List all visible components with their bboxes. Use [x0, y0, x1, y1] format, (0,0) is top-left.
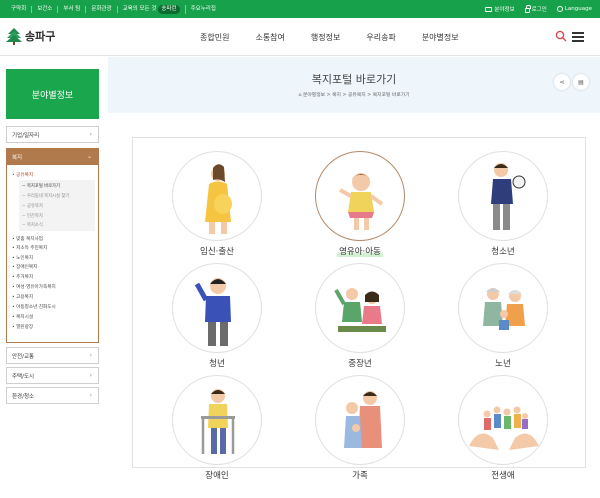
middle-aged-icon — [334, 288, 386, 332]
sidebar-sub-disabled[interactable]: • 장애인복지 — [12, 264, 37, 270]
sitemap-icon — [485, 6, 493, 12]
login-link[interactable]: 로그인 — [524, 4, 547, 13]
elderly-icon — [483, 288, 525, 330]
life-cycle-item-teen[interactable]: 청소년 — [448, 151, 558, 257]
sidebar-sub-child-friendly[interactable]: • 아동청소년 친화도시 — [12, 304, 56, 310]
printer-icon: ▤ — [578, 78, 584, 86]
breadcrumb: ⌂ 분야별정보 > 복지 > 공유복지 > 복지포털 바로가기 — [108, 91, 600, 98]
sidebar-sub3-list: − 복지포털 바로가기 − 우리동네 복지시설 찾기 − 공유복지 − 민간복지… — [19, 180, 95, 231]
share-button[interactable]: ⋖ — [554, 74, 570, 90]
songpa-run-badge: 송파런 — [158, 4, 180, 14]
life-cycle-label: 임신·출산 — [200, 247, 234, 257]
gnb-item-participation[interactable]: 소통참여 — [255, 32, 284, 43]
sidebar-item-safety[interactable]: 안전/교통 › — [6, 347, 99, 364]
life-cycle-item-youth[interactable]: 청년 — [162, 263, 272, 369]
home-icon[interactable]: ⌂ — [298, 93, 301, 98]
chevron-right-icon: › — [89, 131, 92, 138]
sidebar-sub-custom[interactable]: • 맞춤 복지사업 — [12, 236, 43, 242]
topbar-link-4[interactable]: 문화관광 — [86, 5, 118, 13]
sidebar-item-welfare[interactable]: 복지 ⌄ — [7, 149, 98, 165]
gnb-item-admin[interactable]: 행정정보 — [311, 32, 340, 43]
life-cycle-label: 전생애 — [491, 471, 515, 481]
gnb-item-songpa[interactable]: 우리송파 — [366, 32, 395, 43]
sidebar-sub-facilities[interactable]: • 복지시설 — [12, 314, 33, 320]
site-logo[interactable]: 송파구 — [6, 27, 55, 45]
sidebar-sub-open-square[interactable]: • 열린광장 — [12, 324, 33, 330]
sidebar-item-business[interactable]: 기업/일자리 › — [6, 126, 99, 143]
topbar-link-2[interactable]: 보건소 — [32, 5, 59, 13]
sidebar-sub3-private[interactable]: − 민간복지 — [22, 213, 43, 219]
topbar-link-5[interactable]: 교육의 모든 것 송파런 — [118, 4, 186, 14]
life-cycle-item-child[interactable]: 영유아·아동 — [305, 151, 415, 257]
page-banner: 복지포털 바로가기 ⌂ 분야별정보 > 복지 > 공유복지 > 복지포털 바로가… — [108, 57, 600, 113]
gnb-item-civil[interactable]: 종합민원 — [200, 32, 229, 43]
language-link[interactable]: Language — [556, 6, 592, 12]
sidebar-sub-low-income[interactable]: • 저소득 주민복지 — [12, 245, 47, 251]
sidebar-sub3-news[interactable]: − 복지소식 — [22, 222, 43, 228]
life-cycle-label: 가족 — [352, 471, 368, 481]
top-utility-bar: 구약회 보건소 부서 팀 문화관광 교육의 모든 것 송파런 주요누리집 분야정보… — [0, 0, 600, 18]
life-cycle-label-active: 영유아·아동 — [337, 247, 383, 257]
life-cycle-item-family[interactable]: 가족 — [305, 375, 415, 481]
life-cycle-item-disabled[interactable]: 장애인 — [162, 375, 272, 481]
sitemap-link[interactable]: 분야정보 — [485, 5, 515, 13]
sidebar-sub3-shared[interactable]: − 공유복지 — [22, 203, 43, 209]
sidebar-sub-shared-welfare[interactable]: • 공유복지 — [12, 172, 33, 178]
sidebar-title: 분야별정보 — [6, 69, 99, 119]
teenager-icon — [491, 163, 526, 230]
life-cycle-label: 청년 — [209, 359, 225, 369]
family-icon — [344, 391, 382, 448]
life-cycle-label: 중장년 — [348, 359, 372, 369]
chevron-right-icon: › — [89, 372, 92, 379]
sidebar-sub-family[interactable]: • 여성·영유아가족복지 — [12, 284, 56, 290]
life-cycle-label: 장애인 — [205, 471, 229, 481]
gnb-item-fields[interactable]: 분야별정보 — [422, 32, 459, 43]
life-cycle-item-middle-aged[interactable]: 중장년 — [305, 263, 415, 369]
print-button[interactable]: ▤ — [573, 74, 589, 90]
life-cycle-grid: 임신·출산 영유아·아동 청소년 청년 중장년 노년 장애인 가족 전생애 — [132, 137, 586, 481]
sidebar-sub-employment[interactable]: • 고용복지 — [12, 294, 33, 300]
life-cycle-item-elderly[interactable]: 노년 — [448, 263, 558, 369]
life-cycle-label: 청소년 — [491, 247, 515, 257]
chevron-right-icon: › — [89, 352, 92, 359]
topbar-link-1[interactable]: 구약회 — [6, 5, 33, 13]
life-cycle-item-pregnancy[interactable]: 임신·출산 — [162, 151, 272, 257]
pine-tree-logo-icon — [6, 28, 22, 45]
page-title: 복지포털 바로가기 — [311, 73, 397, 86]
sidebar-sub3-portal[interactable]: − 복지포털 바로가기 — [22, 183, 60, 189]
young-adult-icon — [194, 278, 231, 346]
topbar-link-6[interactable]: 주요누리집 — [186, 6, 221, 13]
life-cycle-label: 노년 — [495, 359, 511, 369]
hamburger-menu-icon[interactable] — [572, 32, 584, 42]
life-cycle-item-lifetime[interactable]: 전생애 — [448, 375, 558, 481]
sidebar-item-environment[interactable]: 환경/청소 › — [6, 387, 99, 404]
pregnant-woman-icon — [205, 164, 232, 234]
global-nav: 종합민원 소통참여 행정정보 우리송파 분야별정보 — [200, 18, 459, 56]
site-header: 송파구 종합민원 소통참여 행정정보 우리송파 분야별정보 — [0, 18, 600, 56]
globe-icon — [556, 6, 563, 12]
sidebar-item-welfare-expanded: 복지 ⌄ • 공유복지 − 복지포털 바로가기 − 우리동네 복지시설 찾기 − … — [6, 148, 99, 343]
search-icon[interactable] — [555, 30, 567, 42]
lifetime-icon — [469, 406, 539, 450]
sidebar-sub-housing[interactable]: • 주거복지 — [12, 274, 33, 280]
chevron-right-icon: › — [89, 392, 92, 399]
lock-icon — [524, 4, 531, 13]
sidebar-sub-elderly[interactable]: • 노인복지 — [12, 255, 33, 261]
logo-text: 송파구 — [25, 30, 56, 43]
breadcrumb-text: 분야별정보 > 복지 > 공유복지 > 복지포털 바로가기 — [302, 93, 410, 98]
share-icon: ⋖ — [559, 78, 565, 86]
chevron-down-icon: ⌄ — [86, 153, 92, 160]
topbar-link-3[interactable]: 부서 팀 — [58, 5, 87, 13]
sidebar-item-housing[interactable]: 주택/도시 › — [6, 367, 99, 384]
sidebar-sub3-find-facility[interactable]: − 우리동네 복지시설 찾기 — [22, 193, 69, 199]
disabled-person-icon — [201, 389, 235, 454]
child-icon — [339, 173, 384, 230]
